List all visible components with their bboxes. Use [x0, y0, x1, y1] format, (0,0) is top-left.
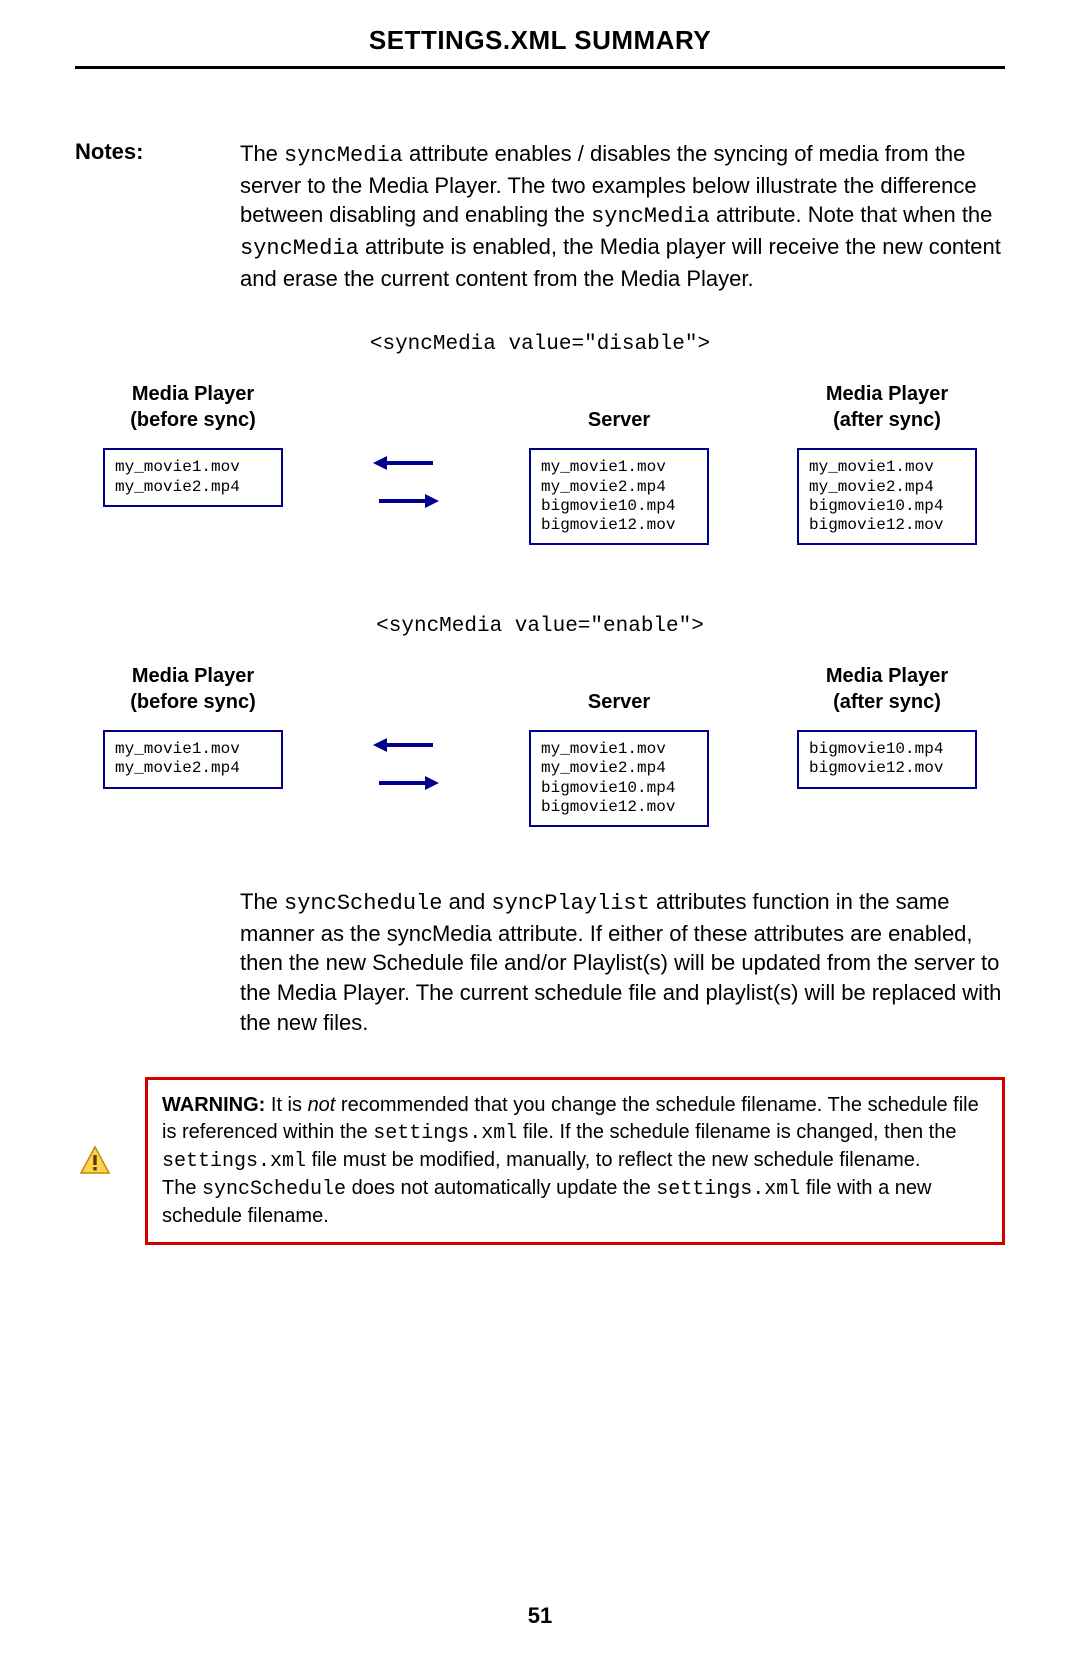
arrow-right-icon	[371, 771, 441, 795]
paragraph-sync-others: The syncSchedule and syncPlaylist attrib…	[240, 887, 1005, 1037]
t: (after sync)	[833, 691, 941, 713]
col-head: Server	[588, 381, 650, 433]
col-server: Server my_movie1.mov my_movie2.mp4 bigmo…	[529, 663, 709, 827]
t: (before sync)	[130, 409, 256, 431]
col-server: Server my_movie1.mov my_movie2.mp4 bigmo…	[529, 381, 709, 545]
code-settingsxml: settings.xml	[373, 1122, 517, 1145]
filebox-server: my_movie1.mov my_movie2.mp4 bigmovie10.m…	[529, 448, 709, 545]
page-title: SETTINGS.XML SUMMARY	[75, 25, 1005, 69]
notes-section: Notes: The syncMedia attribute enables /…	[75, 139, 1005, 293]
t: not	[308, 1094, 336, 1116]
t: The	[162, 1177, 202, 1199]
code-syncmedia: syncMedia	[240, 236, 359, 261]
code-syncmedia: syncMedia	[284, 143, 403, 168]
t: Media Player	[132, 665, 254, 687]
col-head: Server	[588, 663, 650, 715]
col-head: Media Player (before sync)	[130, 663, 256, 715]
warning-box: WARNING: It is not recommended that you …	[145, 1077, 1005, 1245]
t: It is	[265, 1094, 307, 1116]
filebox-after: bigmovie10.mp4 bigmovie12.mov	[797, 730, 977, 788]
t: file must be modified, manually, to refl…	[306, 1149, 920, 1171]
filebox-before: my_movie1.mov my_movie2.mp4	[103, 730, 283, 788]
arrow-left-icon	[371, 733, 441, 757]
arrows	[371, 733, 441, 795]
t: attribute. Note that when the	[710, 202, 993, 227]
t: Media Player	[132, 383, 254, 405]
notes-label-text: Notes	[75, 139, 136, 164]
t: The	[240, 889, 284, 914]
t: Server	[588, 691, 650, 713]
warning-icon	[75, 1145, 115, 1177]
code-syncmedia: syncMedia	[591, 204, 710, 229]
code-disable: <syncMedia value="disable">	[75, 333, 1005, 356]
arrows	[371, 451, 441, 513]
warning-label: WARNING:	[162, 1094, 265, 1116]
code-enable: <syncMedia value="enable">	[75, 615, 1005, 638]
code-settingsxml: settings.xml	[162, 1150, 306, 1173]
code-syncplaylist: syncPlaylist	[491, 891, 649, 916]
page-number: 51	[0, 1603, 1080, 1629]
t: (before sync)	[130, 691, 256, 713]
arrow-right-icon	[371, 489, 441, 513]
t: (after sync)	[833, 409, 941, 431]
code-settingsxml: settings.xml	[656, 1178, 800, 1201]
page: SETTINGS.XML SUMMARY Notes: The syncMedi…	[0, 0, 1080, 1669]
diagram-disable: Media Player (before sync) my_movie1.mov …	[103, 381, 977, 545]
col-head: Media Player (after sync)	[826, 663, 948, 715]
warning-section: WARNING: It is not recommended that you …	[75, 1077, 1005, 1245]
t: does not automatically update the	[346, 1177, 656, 1199]
col-head: Media Player (after sync)	[826, 381, 948, 433]
code-syncschedule: syncSchedule	[202, 1178, 346, 1201]
col-media-after: Media Player (after sync) bigmovie10.mp4 …	[797, 663, 977, 788]
filebox-server: my_movie1.mov my_movie2.mp4 bigmovie10.m…	[529, 730, 709, 827]
filebox-after: my_movie1.mov my_movie2.mp4 bigmovie10.m…	[797, 448, 977, 545]
col-head: Media Player (before sync)	[130, 381, 256, 433]
t: Server	[588, 409, 650, 431]
notes-label: Notes:	[75, 139, 240, 293]
col-media-after: Media Player (after sync) my_movie1.mov m…	[797, 381, 977, 545]
filebox-before: my_movie1.mov my_movie2.mp4	[103, 448, 283, 506]
diagram-enable: Media Player (before sync) my_movie1.mov …	[103, 663, 977, 827]
t: and	[442, 889, 491, 914]
t: Media Player	[826, 383, 948, 405]
col-media-before: Media Player (before sync) my_movie1.mov …	[103, 663, 283, 788]
t: Media Player	[826, 665, 948, 687]
code-syncschedule: syncSchedule	[284, 891, 442, 916]
t: The	[240, 141, 284, 166]
arrow-left-icon	[371, 451, 441, 475]
notes-body: The syncMedia attribute enables / disabl…	[240, 139, 1005, 293]
t: file. If the schedule filename is change…	[517, 1121, 956, 1143]
col-media-before: Media Player (before sync) my_movie1.mov …	[103, 381, 283, 506]
